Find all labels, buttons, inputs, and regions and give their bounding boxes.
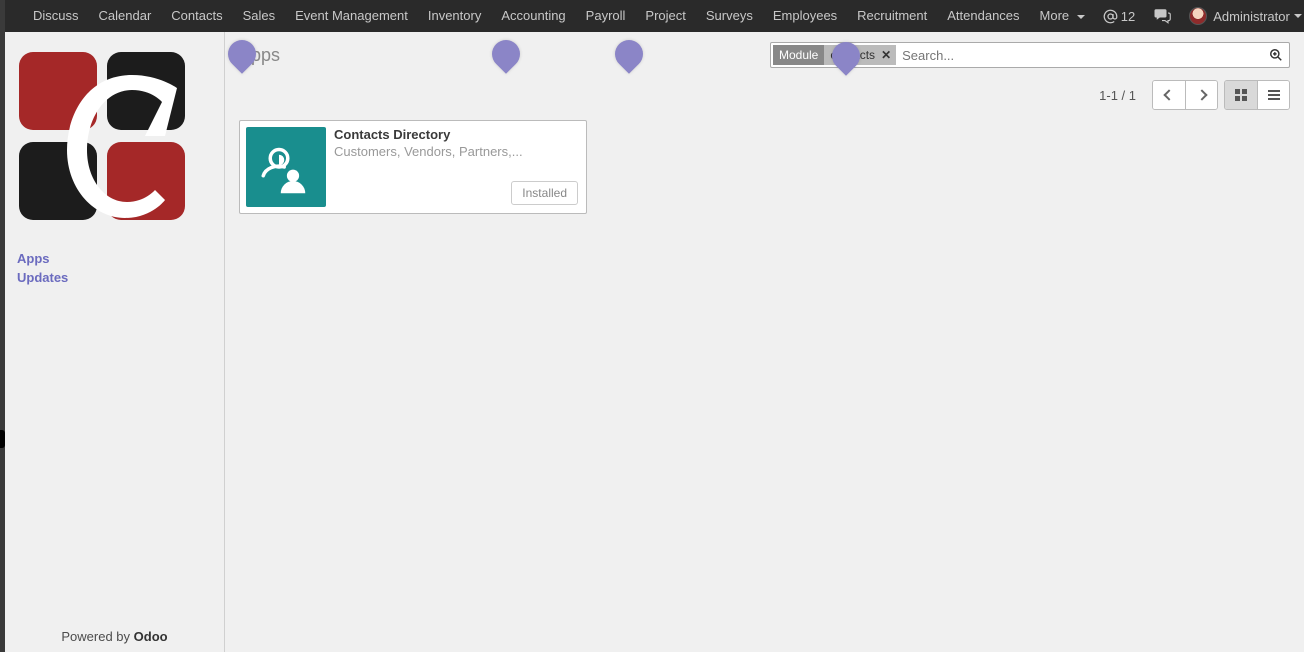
list-view-button[interactable] xyxy=(1257,81,1289,109)
kanban-view-button[interactable] xyxy=(1225,81,1257,109)
at-icon xyxy=(1103,9,1118,24)
notifications-button[interactable]: 12 xyxy=(1095,0,1143,32)
sidebar-links: AppsUpdates xyxy=(5,243,224,287)
nav-payroll[interactable]: Payroll xyxy=(576,0,636,32)
installed-button[interactable]: Installed xyxy=(511,181,578,205)
topbar-menu: DiscussCalendarContactsSalesEvent Manage… xyxy=(5,0,1030,32)
nav-more[interactable]: More xyxy=(1030,0,1095,32)
company-logo xyxy=(17,50,187,222)
kanban-area: Contacts Directory Customers, Vendors, P… xyxy=(225,120,1304,214)
search-input[interactable] xyxy=(896,43,1263,67)
list-icon xyxy=(1268,90,1280,100)
user-menu[interactable]: Administrator xyxy=(1181,0,1304,32)
page-next-button[interactable] xyxy=(1185,81,1217,109)
nav-employees[interactable]: Employees xyxy=(763,0,847,32)
nav-inventory[interactable]: Inventory xyxy=(418,0,491,32)
app-icon xyxy=(246,127,326,207)
nav-recruitment[interactable]: Recruitment xyxy=(847,0,937,32)
sidebar-link-updates[interactable]: Updates xyxy=(13,268,224,287)
chevron-right-icon xyxy=(1196,89,1207,100)
user-name: Administrator xyxy=(1213,9,1290,24)
caret-down-icon xyxy=(1077,15,1085,19)
facet-label: Module xyxy=(773,45,824,65)
nav-sales[interactable]: Sales xyxy=(233,0,286,32)
page-prev-button[interactable] xyxy=(1153,81,1185,109)
search-plus-icon xyxy=(1269,48,1283,62)
facet-remove-button[interactable]: ✕ xyxy=(879,45,896,65)
nav-discuss[interactable]: Discuss xyxy=(23,0,89,32)
page-counter: 1-1 / 1 xyxy=(1099,88,1136,103)
topbar: DiscussCalendarContactsSalesEvent Manage… xyxy=(5,0,1304,32)
nav-contacts[interactable]: Contacts xyxy=(161,0,232,32)
app-card-title: Contacts Directory xyxy=(334,127,580,142)
nav-more-label: More xyxy=(1040,8,1070,23)
view-switch-group xyxy=(1224,80,1290,110)
topbar-right: 12 Administrator xyxy=(1095,0,1304,32)
conversations-button[interactable] xyxy=(1143,0,1181,32)
os-left-strip xyxy=(0,0,5,652)
chat-icon xyxy=(1153,7,1171,25)
main-header: Apps Module contacts ✕ xyxy=(225,32,1304,74)
grid-icon xyxy=(1235,89,1247,101)
sidebar: AppsUpdates Powered by Odoo xyxy=(5,32,225,652)
toolbar: 1-1 / 1 xyxy=(225,74,1304,120)
avatar xyxy=(1189,7,1207,25)
nav-surveys[interactable]: Surveys xyxy=(696,0,763,32)
os-panel-handle[interactable] xyxy=(0,430,5,448)
main: Apps Module contacts ✕ 1-1 / 1 xyxy=(225,32,1304,652)
nav-project[interactable]: Project xyxy=(635,0,695,32)
contacts-icon xyxy=(258,139,314,195)
nav-event-management[interactable]: Event Management xyxy=(285,0,418,32)
caret-down-icon xyxy=(1294,14,1302,18)
footer-prefix: Powered by xyxy=(61,629,133,644)
search-options-button[interactable] xyxy=(1263,48,1289,62)
app-card[interactable]: Contacts Directory Customers, Vendors, P… xyxy=(239,120,587,214)
nav-calendar[interactable]: Calendar xyxy=(89,0,162,32)
sidebar-footer: Powered by Odoo xyxy=(5,621,224,652)
footer-brand[interactable]: Odoo xyxy=(134,629,168,644)
nav-accounting[interactable]: Accounting xyxy=(491,0,575,32)
app-card-desc: Customers, Vendors, Partners,... xyxy=(334,144,580,159)
pager-group xyxy=(1152,80,1218,110)
sidebar-link-apps[interactable]: Apps xyxy=(13,249,224,268)
logo-wrap xyxy=(5,32,224,243)
chevron-left-icon xyxy=(1163,89,1174,100)
notifications-count: 12 xyxy=(1121,9,1135,24)
nav-attendances[interactable]: Attendances xyxy=(937,0,1029,32)
